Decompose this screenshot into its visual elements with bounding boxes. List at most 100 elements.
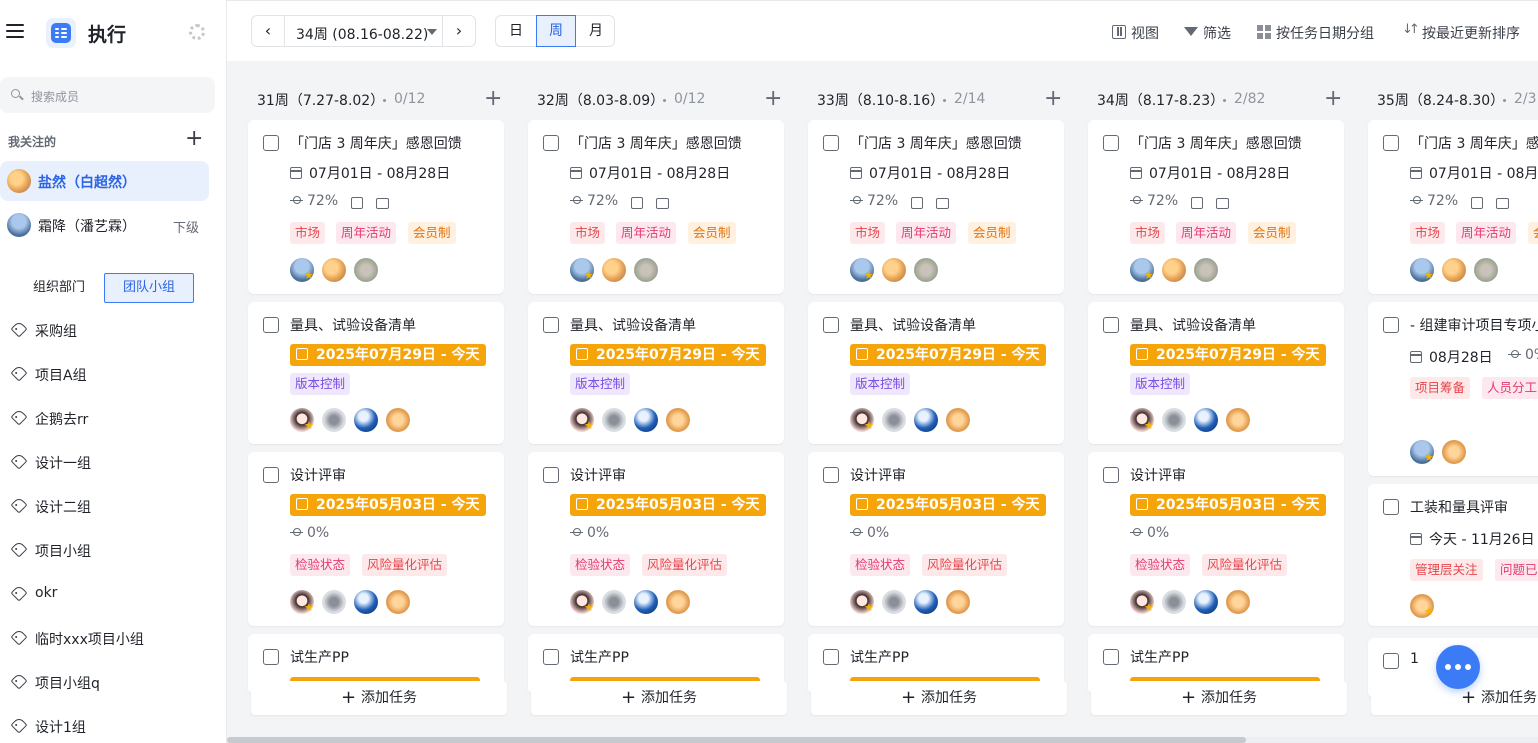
task-checkbox[interactable] bbox=[543, 467, 559, 483]
team-group-item[interactable]: 项目小组q bbox=[0, 670, 220, 694]
team-group-item[interactable]: 设计一组 bbox=[0, 450, 220, 474]
task-checkbox[interactable] bbox=[1103, 317, 1119, 333]
task-card[interactable]: 「门店 3 周年庆」感恩回馈 07月01日 - 08月28日 72% 市场 周年活动 会员… bbox=[528, 120, 784, 294]
task-card[interactable]: 「门店 3 周年庆」感恩回馈 07月01日 - 08月28日 72% 市场 周年活动 会员… bbox=[248, 120, 504, 294]
task-title[interactable]: 试生产PP bbox=[570, 647, 629, 667]
task-checkbox[interactable] bbox=[263, 467, 279, 483]
task-checkbox[interactable] bbox=[823, 317, 839, 333]
avatar[interactable] bbox=[882, 590, 906, 614]
edit-icon[interactable] bbox=[1471, 197, 1483, 209]
next-week-button[interactable]: › bbox=[442, 16, 475, 46]
task-title[interactable]: 设计评审 bbox=[290, 465, 346, 485]
edit-icon[interactable] bbox=[351, 197, 363, 209]
avatar[interactable] bbox=[1162, 408, 1186, 432]
task-checkbox[interactable] bbox=[1383, 135, 1399, 151]
avatar[interactable] bbox=[386, 590, 410, 614]
prev-week-button[interactable]: ‹ bbox=[252, 16, 285, 46]
tag[interactable]: 市场 bbox=[850, 222, 886, 244]
tag[interactable]: 市场 bbox=[290, 222, 326, 244]
chevron-down-icon[interactable] bbox=[427, 29, 437, 35]
tag[interactable]: 风险量化评估 bbox=[1202, 554, 1288, 576]
avatar[interactable] bbox=[322, 408, 346, 432]
member-item[interactable]: 霜降（潘艺霖） 下级 bbox=[0, 205, 209, 245]
tag[interactable]: 会 bbox=[1528, 222, 1538, 244]
task-title[interactable]: 工装和量具评审 bbox=[1410, 497, 1508, 517]
avatar[interactable] bbox=[602, 408, 626, 432]
avatar[interactable] bbox=[634, 590, 658, 614]
add-followed-button[interactable]: + bbox=[185, 128, 203, 150]
task-title[interactable]: 1 bbox=[1410, 651, 1419, 667]
avatar[interactable] bbox=[946, 408, 970, 432]
task-title[interactable]: 试生产PP bbox=[850, 647, 909, 667]
avatar[interactable] bbox=[1442, 258, 1466, 282]
task-checkbox[interactable] bbox=[1103, 135, 1119, 151]
scrollbar-thumb[interactable] bbox=[227, 737, 1246, 743]
avatar[interactable] bbox=[1226, 408, 1250, 432]
tag[interactable]: 周年活动 bbox=[616, 222, 677, 244]
task-card[interactable]: - 组建审计项目专项小08月28日0%项目筹备人员分工时间规划★ bbox=[1368, 302, 1538, 476]
view-week-button[interactable]: 周 bbox=[536, 15, 576, 47]
task-checkbox[interactable] bbox=[823, 467, 839, 483]
comment-icon[interactable] bbox=[936, 198, 949, 209]
team-group-item[interactable]: 设计1组 bbox=[0, 714, 220, 738]
avatar[interactable] bbox=[634, 408, 658, 432]
view-day-button[interactable]: 日 bbox=[496, 16, 536, 46]
tab-org[interactable]: 组织部门 bbox=[14, 273, 104, 303]
task-checkbox[interactable] bbox=[1383, 653, 1399, 669]
tag[interactable]: 周年活动 bbox=[1176, 222, 1237, 244]
avatar[interactable] bbox=[1474, 258, 1498, 282]
team-group-item[interactable]: 临时xxx项目小组 bbox=[0, 626, 220, 650]
avatar[interactable] bbox=[666, 408, 690, 432]
tag[interactable]: 会员制 bbox=[1248, 222, 1296, 244]
task-card[interactable]: 「门店 3 周年庆」感恩回馈 07月01日 - 08月28日 72% 市场 周年活动 会员… bbox=[808, 120, 1064, 294]
more-actions-button[interactable] bbox=[1436, 645, 1480, 689]
tag[interactable]: 会员制 bbox=[968, 222, 1016, 244]
tag[interactable]: 人员分工 bbox=[1482, 377, 1538, 399]
team-group-item[interactable]: 项目A组 bbox=[0, 362, 220, 386]
avatar[interactable] bbox=[1162, 258, 1186, 282]
task-checkbox[interactable] bbox=[823, 649, 839, 665]
avatar[interactable] bbox=[1226, 590, 1250, 614]
comment-icon[interactable] bbox=[1496, 198, 1509, 209]
avatar[interactable] bbox=[386, 408, 410, 432]
tag[interactable]: 周年活动 bbox=[896, 222, 957, 244]
week-selector[interactable]: ‹ 34周 (08.16-08.22) › bbox=[251, 15, 476, 47]
tag[interactable]: 会员制 bbox=[408, 222, 456, 244]
tab-team[interactable]: 团队小组 bbox=[104, 273, 194, 303]
tag[interactable]: 风险量化评估 bbox=[922, 554, 1008, 576]
task-checkbox[interactable] bbox=[543, 135, 559, 151]
avatar[interactable] bbox=[914, 590, 938, 614]
task-title[interactable]: 「门店 3 周年庆」感恩回馈 bbox=[1410, 133, 1538, 153]
member-item[interactable]: 盐然（白超然） bbox=[0, 161, 209, 201]
task-title[interactable]: 「门店 3 周年庆」感恩回馈 bbox=[290, 133, 462, 153]
comment-icon[interactable] bbox=[1216, 198, 1229, 209]
tag[interactable]: 版本控制 bbox=[290, 373, 351, 395]
avatar[interactable] bbox=[914, 408, 938, 432]
tag[interactable]: 周年活动 bbox=[1456, 222, 1517, 244]
tag[interactable]: 周年活动 bbox=[336, 222, 397, 244]
tag[interactable]: 检验状态 bbox=[850, 554, 911, 576]
add-task-plus-icon[interactable]: + bbox=[1324, 86, 1342, 111]
avatar[interactable] bbox=[1194, 408, 1218, 432]
avatar[interactable] bbox=[602, 590, 626, 614]
week-label[interactable]: 34周 (08.16-08.22) bbox=[296, 24, 428, 44]
avatar[interactable] bbox=[882, 408, 906, 432]
tag[interactable]: 版本控制 bbox=[570, 373, 631, 395]
task-card[interactable]: 设计评审 2025年05月03日 - 今天 0% 检验状态 风险量化评估 ★ bbox=[808, 452, 1064, 626]
comment-icon[interactable] bbox=[376, 198, 389, 209]
task-title[interactable]: 「门店 3 周年庆」感恩回馈 bbox=[570, 133, 742, 153]
task-card[interactable]: 量具、试验设备清单2025年07月29日 - 今天0%版本控制★ bbox=[528, 302, 784, 444]
tag[interactable]: 管理层关注 bbox=[1410, 559, 1483, 581]
task-card[interactable]: 量具、试验设备清单2025年07月29日 - 今天0%版本控制★ bbox=[248, 302, 504, 444]
member-search-input[interactable]: 搜索成员 bbox=[0, 77, 215, 113]
task-checkbox[interactable] bbox=[823, 135, 839, 151]
tag[interactable]: 市场 bbox=[1130, 222, 1166, 244]
task-card[interactable]: 设计评审 2025年05月03日 - 今天 0% 检验状态 风险量化评估 ★ bbox=[528, 452, 784, 626]
avatar[interactable] bbox=[914, 258, 938, 282]
task-title[interactable]: 试生产PP bbox=[1130, 647, 1189, 667]
tag[interactable]: 市场 bbox=[1410, 222, 1446, 244]
edit-icon[interactable] bbox=[1191, 197, 1203, 209]
add-task-button[interactable]: + 添加任务 bbox=[531, 681, 787, 715]
tag[interactable]: 项目筹备 bbox=[1410, 377, 1471, 399]
task-title[interactable]: 量具、试验设备清单 bbox=[570, 315, 696, 335]
